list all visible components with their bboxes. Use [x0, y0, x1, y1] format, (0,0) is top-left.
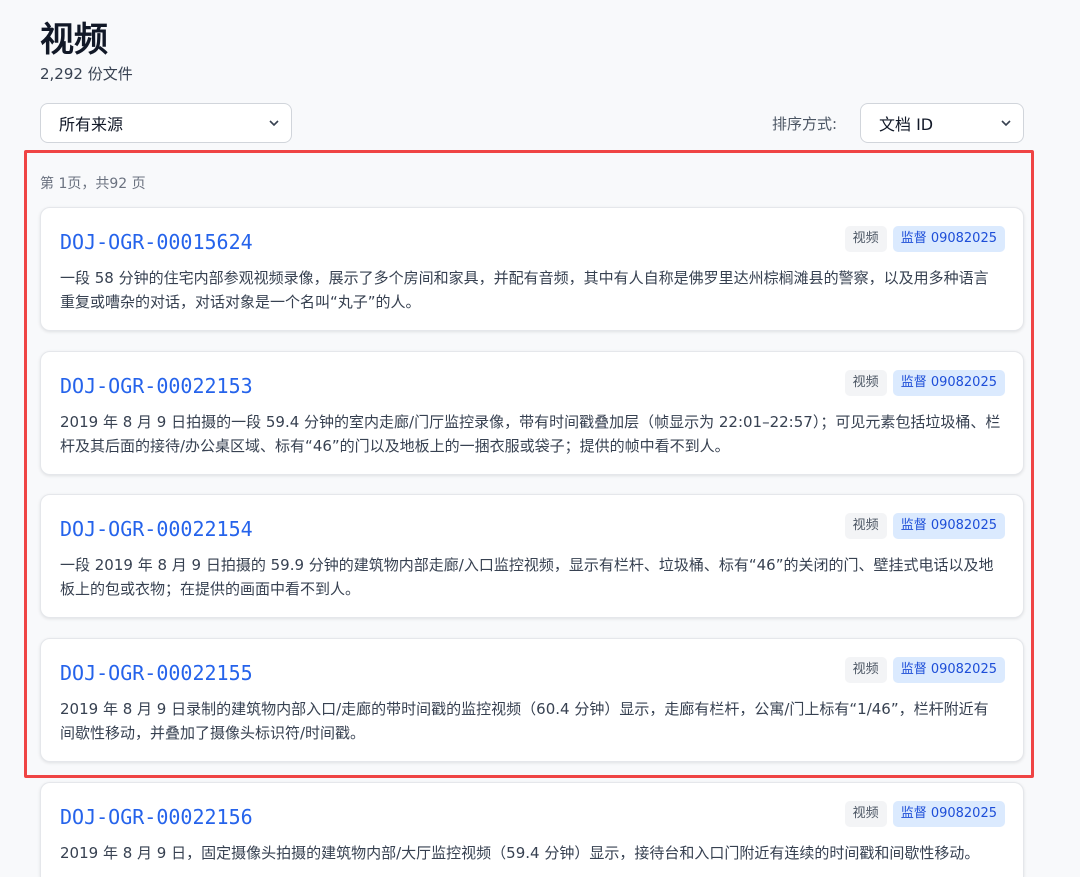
document-card: DOJ-OGR-00022154 视频 监督 09082025 一段 2019 …: [40, 494, 1024, 618]
type-badge: 视频: [844, 801, 887, 827]
source-filter-value: 所有来源: [59, 115, 124, 134]
source-badge: 监督 09082025: [892, 801, 1005, 827]
type-badge: 视频: [844, 226, 887, 252]
document-id-link[interactable]: DOJ-OGR-00022154: [60, 517, 253, 541]
chevron-down-icon: [1001, 120, 1011, 127]
document-card: DOJ-OGR-00022156 视频 监督 09082025 2019 年 8…: [40, 782, 1024, 877]
badge-group: 视频 监督 09082025: [844, 370, 1005, 396]
source-badge: 监督 09082025: [892, 513, 1005, 539]
type-badge: 视频: [844, 513, 887, 539]
sort-select[interactable]: 文档 ID: [860, 103, 1024, 143]
document-id-link[interactable]: DOJ-OGR-00022155: [60, 661, 253, 685]
document-card: DOJ-OGR-00015624 视频 监督 09082025 一段 58 分钟…: [40, 207, 1024, 331]
type-badge: 视频: [844, 370, 887, 396]
source-badge: 监督 09082025: [892, 657, 1005, 683]
badge-group: 视频 监督 09082025: [844, 513, 1005, 539]
document-description: 一段 58 分钟的住宅内部参观视频录像，展示了多个房间和家具，并配有音频，其中有…: [60, 269, 989, 311]
sort-value: 文档 ID: [879, 115, 934, 134]
document-description: 2019 年 8 月 9 日录制的建筑物内部入口/走廊的带时间戳的监控视频（60…: [60, 700, 989, 742]
chevron-down-icon: [269, 120, 279, 127]
sort-label: 排序方式:: [772, 115, 838, 133]
pagination-info: 第 1页，共92 页: [40, 176, 146, 192]
document-id-link[interactable]: DOJ-OGR-00022156: [60, 805, 253, 829]
type-badge: 视频: [844, 657, 887, 683]
badge-group: 视频 监督 09082025: [844, 226, 1005, 252]
badge-group: 视频 监督 09082025: [844, 801, 1005, 827]
document-description: 2019 年 8 月 9 日，固定摄像头拍摄的建筑物内部/大厅监控视频（59.4…: [60, 844, 980, 862]
page-title: 视频: [40, 20, 108, 60]
badge-group: 视频 监督 09082025: [844, 657, 1005, 683]
document-card: DOJ-OGR-00022155 视频 监督 09082025 2019 年 8…: [40, 638, 1024, 762]
document-card: DOJ-OGR-00022153 视频 监督 09082025 2019 年 8…: [40, 351, 1024, 475]
file-count: 2,292 份文件: [40, 65, 133, 83]
document-id-link[interactable]: DOJ-OGR-00022153: [60, 374, 253, 398]
document-id-link[interactable]: DOJ-OGR-00015624: [60, 230, 253, 254]
document-description: 2019 年 8 月 9 日拍摄的一段 59.4 分钟的室内走廊/门厅监控录像，…: [60, 413, 1001, 455]
document-description: 一段 2019 年 8 月 9 日拍摄的 59.9 分钟的建筑物内部走廊/入口监…: [60, 556, 994, 598]
source-badge: 监督 09082025: [892, 370, 1005, 396]
source-badge: 监督 09082025: [892, 226, 1005, 252]
source-filter-select[interactable]: 所有来源: [40, 103, 292, 143]
